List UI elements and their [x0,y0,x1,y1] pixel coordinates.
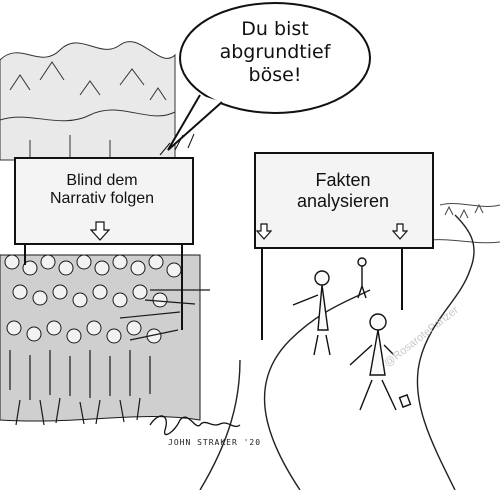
comic-panel: Du bist abgrundtief böse! Blind dem Narr… [0,0,500,490]
sign-right-line-1: Fakten [315,170,371,190]
walking-figures [292,257,412,411]
speech-bubble-text: Du bist abgrundtief böse! [200,18,350,86]
speech-line-3: böse! [248,63,302,86]
speech-line-1: Du bist [241,18,309,40]
signature-name: JOHN STRAKER '20 [168,438,262,447]
tree-foliage [0,41,176,161]
sign-right-label: Fakten analysieren [268,170,418,211]
sign-left-line-1: Blind dem [66,172,138,189]
sign-left-line-2: Narrativ folgen [49,190,155,208]
sign-right-line-2: analysieren [296,190,390,211]
crowd [0,254,210,426]
road [199,214,475,490]
sign-left-label: Blind dem Narrativ folgen [22,172,182,209]
landscape [429,203,500,244]
speech-line-2: abgrundtief [219,40,331,63]
